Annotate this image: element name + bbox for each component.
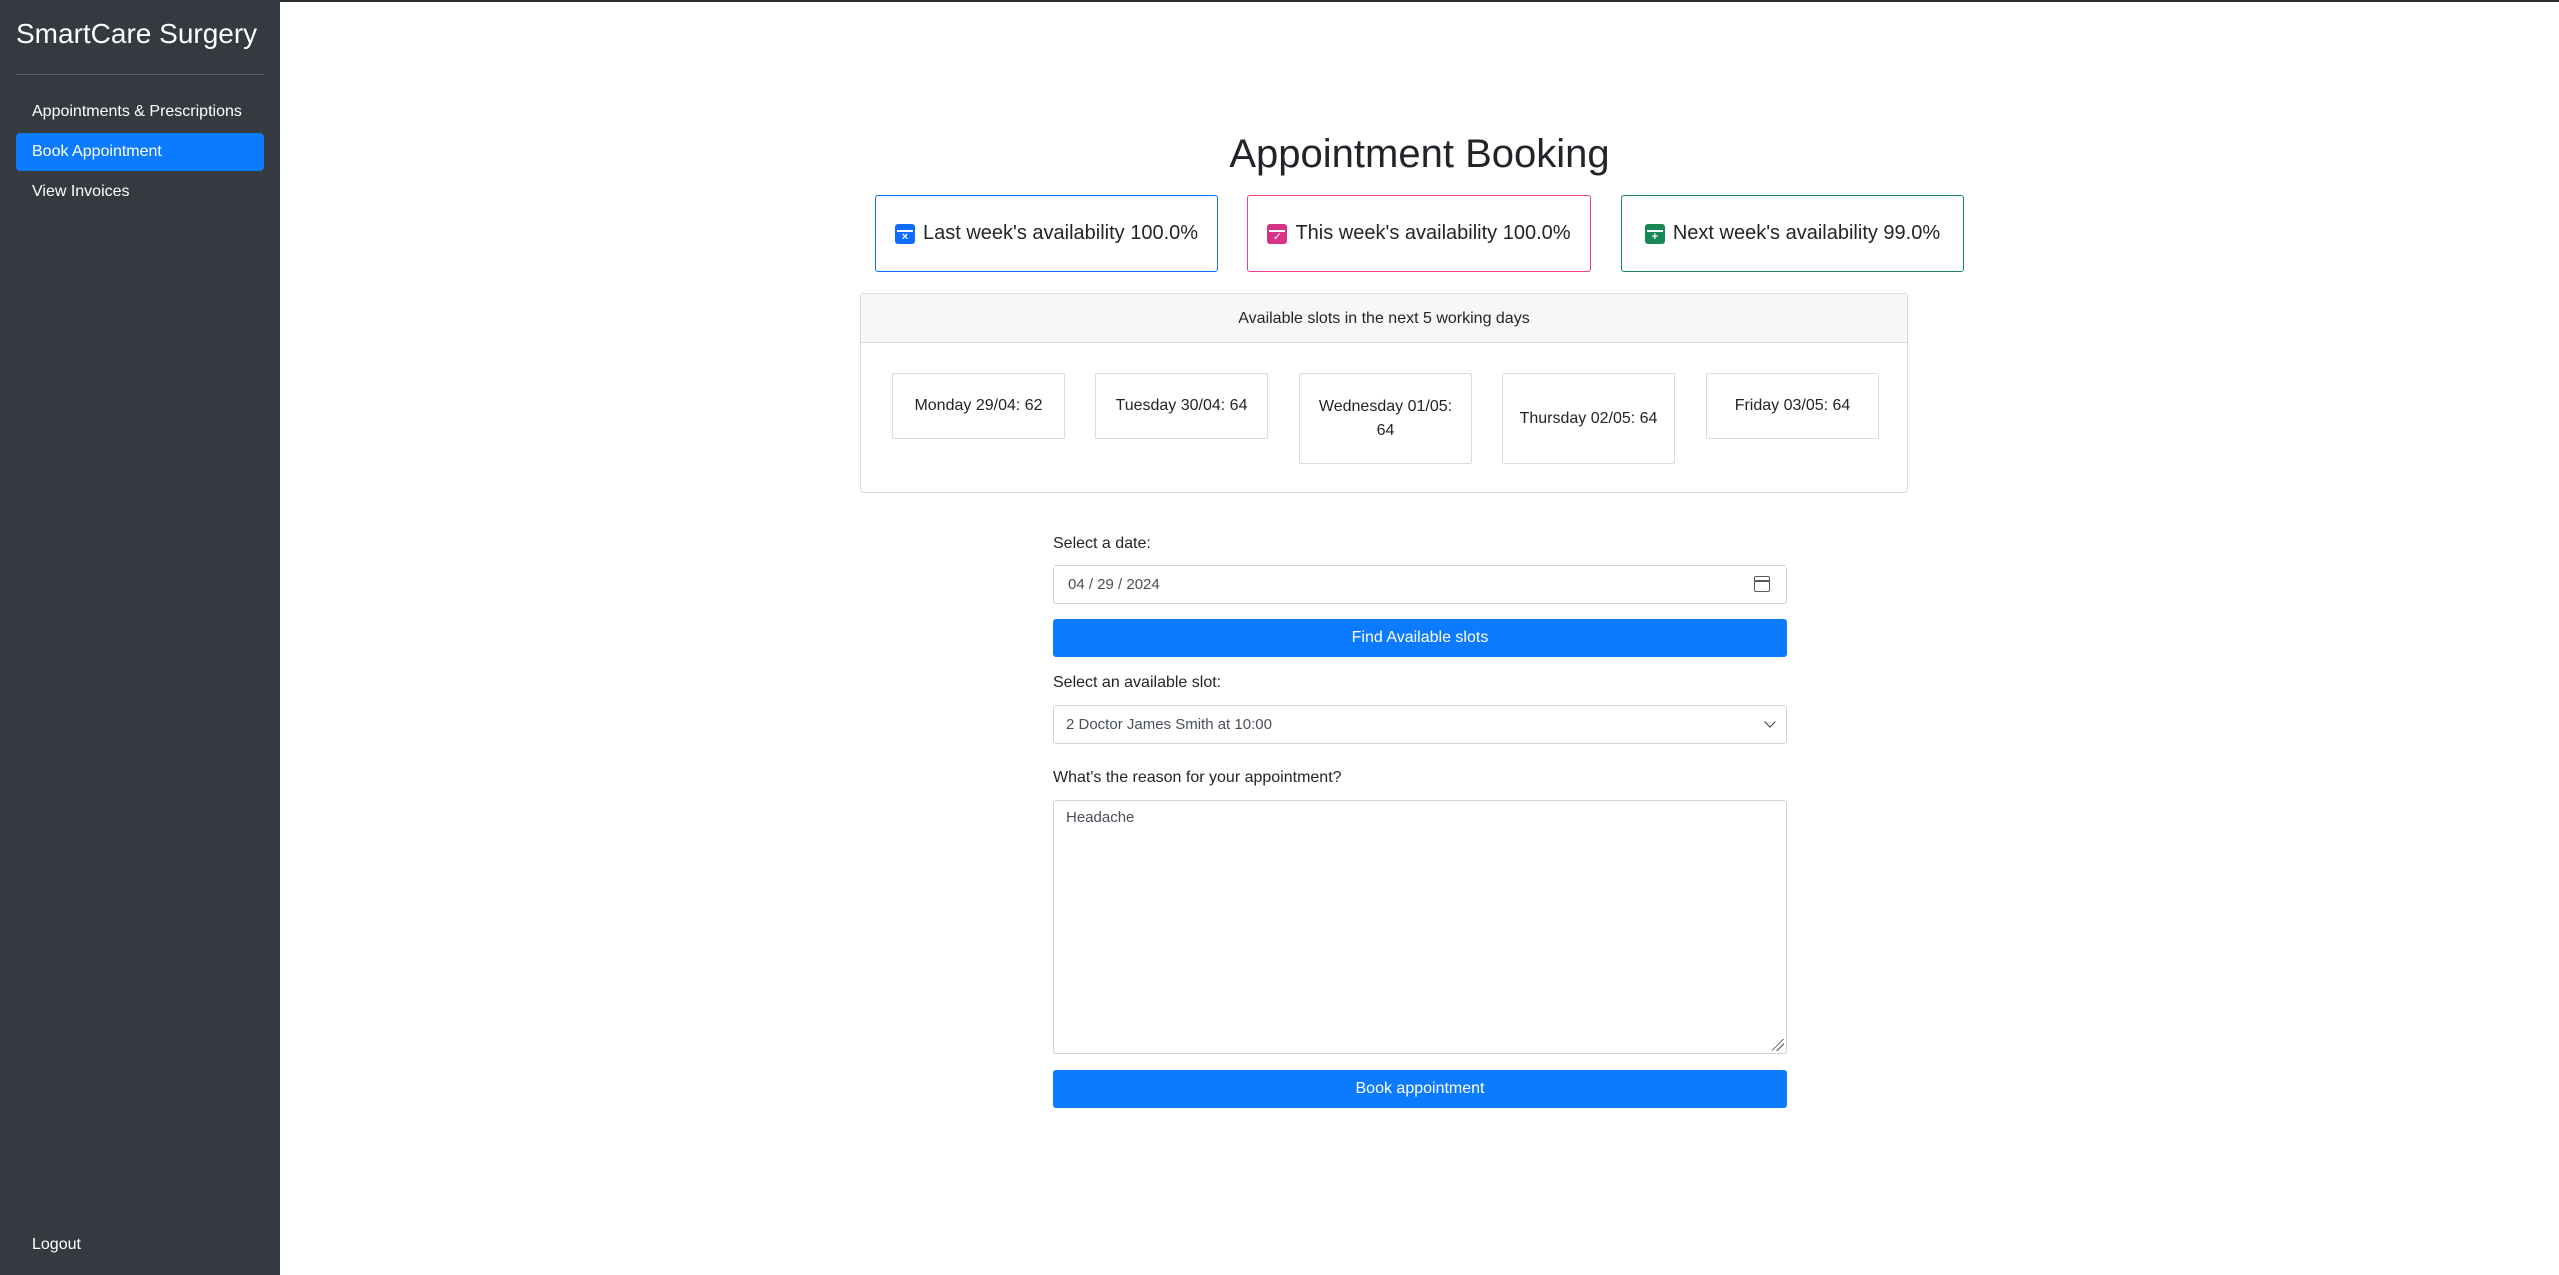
sidebar: SmartCare Surgery Appointments & Prescri… [0,0,280,1275]
this-week-availability-card: This week's availability 100.0% [1247,195,1591,272]
last-week-availability-card: Last week's availability 100.0% [875,195,1218,272]
sidebar-divider [16,74,264,75]
day-slot-label: Monday 29/04: 62 [914,397,1043,414]
day-slot-label: Tuesday 30/04: 64 [1115,397,1248,414]
resize-handle-icon[interactable] [1772,1039,1784,1051]
brand-title: SmartCare Surgery [16,18,258,49]
reason-value: Headache [1066,809,1135,826]
reason-textarea[interactable]: Headache [1053,800,1787,1054]
day-slot-wednesday: Wednesday 01/05: 64 [1299,373,1472,464]
calendar-icon[interactable] [1754,576,1770,592]
main-content: Appointment Booking Last week's availabi… [280,0,2559,1275]
available-slots-panel: Available slots in the next 5 working da… [860,293,1908,493]
day-slot-label: Thursday 02/05: 64 [1519,409,1658,427]
day-slot-thursday: Thursday 02/05: 64 [1502,373,1675,464]
find-available-slots-button[interactable]: Find Available slots [1053,619,1787,657]
calendar-plus-icon [1644,223,1665,244]
calendar-check-icon [1267,223,1288,244]
slots-panel-header: Available slots in the next 5 working da… [861,294,1907,343]
day-slot-label: Wednesday 01/05: 64 [1318,397,1453,439]
day-slot-monday: Monday 29/04: 62 [892,373,1065,439]
slot-label: Select an available slot: [1053,674,1222,691]
logout-link[interactable]: Logout [16,1226,264,1264]
reason-label: What's the reason for your appointment? [1053,769,1342,786]
slot-selected-value: 2 Doctor James Smith at 10:00 [1066,716,1272,733]
sidebar-item-book-appointment[interactable]: Book Appointment [16,133,264,171]
book-appointment-button[interactable]: Book appointment [1053,1070,1787,1108]
date-input[interactable]: 04 / 29 / 2024 [1053,565,1787,604]
day-slot-friday: Friday 03/05: 64 [1706,373,1879,439]
page-title: Appointment Booking [1229,132,1610,176]
calendar-x-icon [894,223,915,244]
day-slot-label: Friday 03/05: 64 [1734,397,1851,414]
next-week-availability-card: Next week's availability 99.0% [1621,195,1964,272]
day-slot-tuesday: Tuesday 30/04: 64 [1095,373,1268,439]
this-week-availability-text: This week's availability 100.0% [1295,222,1571,244]
next-week-availability-text: Next week's availability 99.0% [1672,222,1941,244]
last-week-availability-text: Last week's availability 100.0% [922,222,1199,244]
sidebar-item-appointments-prescriptions[interactable]: Appointments & Prescriptions [16,93,264,131]
chevron-down-icon [1764,716,1776,728]
sidebar-item-view-invoices[interactable]: View Invoices [16,173,264,211]
date-value: 04 / 29 / 2024 [1068,576,1160,593]
slot-select[interactable]: 2 Doctor James Smith at 10:00 [1053,705,1787,744]
date-label: Select a date: [1053,535,1151,552]
